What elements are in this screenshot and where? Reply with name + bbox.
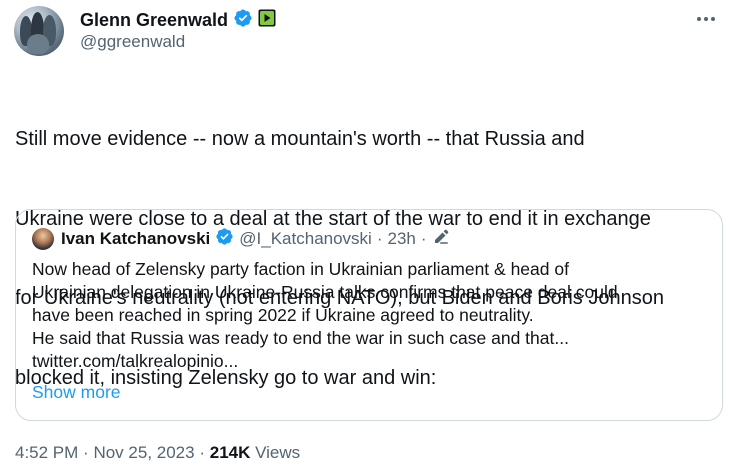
separator-dot: · [376, 229, 383, 248]
quoted-tweet-time[interactable]: 23h [388, 229, 416, 249]
more-options-button[interactable] [692, 8, 720, 30]
quoted-author-name[interactable]: Ivan Katchanovski [61, 229, 210, 249]
author-name[interactable]: Glenn Greenwald [80, 10, 228, 31]
separator-dot: · [420, 229, 427, 248]
quoted-text-line: Ukrainian delegation in Ukraine-Russia t… [32, 282, 618, 302]
tweet-date[interactable]: Nov 25, 2023 [93, 443, 194, 462]
tweet-time[interactable]: 4:52 PM [15, 443, 78, 462]
views-count: 214K [209, 443, 251, 462]
quoted-tweet-text: Now head of Zelensky party faction in Uk… [32, 258, 712, 373]
quoted-text-line: have been reached in spring 2022 if Ukra… [32, 305, 534, 325]
edit-pencil-icon[interactable] [432, 228, 450, 251]
quoted-text-line: Now head of Zelensky party faction in Uk… [32, 259, 569, 279]
quoted-author-handle[interactable]: @I_Katchanovski [239, 229, 372, 249]
tweet-meta: 4:52 PM · Nov 25, 2023 · 214K Views [15, 443, 300, 463]
quoted-tweet-header: Ivan Katchanovski @I_Katchanovski · 23h … [32, 227, 450, 251]
author-name-row: Glenn Greenwald [80, 8, 276, 33]
verified-badge-icon [215, 227, 234, 251]
quoted-author-avatar[interactable] [32, 228, 54, 250]
rumble-play-icon[interactable] [258, 9, 276, 32]
show-more-link[interactable]: Show more [32, 382, 121, 403]
author-avatar[interactable] [14, 6, 64, 56]
separator-dot: · [83, 443, 89, 462]
separator-dot: · [199, 443, 205, 462]
author-handle[interactable]: @ggreenwald [80, 32, 185, 52]
tweet-header: Glenn Greenwald @ggreenwald [14, 6, 722, 56]
quoted-text-line: He said that Russia was ready to end the… [32, 328, 569, 348]
more-dots-icon [697, 17, 715, 21]
verified-badge-icon[interactable] [233, 8, 253, 33]
tweet-text-line: Still move evidence -- now a mountain's … [15, 128, 585, 150]
quoted-tweet-card[interactable]: Ivan Katchanovski @I_Katchanovski · 23h … [15, 209, 723, 421]
quoted-text-link[interactable]: twitter.com/talkrealopinio... [32, 350, 712, 373]
views-label: Views [255, 443, 301, 462]
